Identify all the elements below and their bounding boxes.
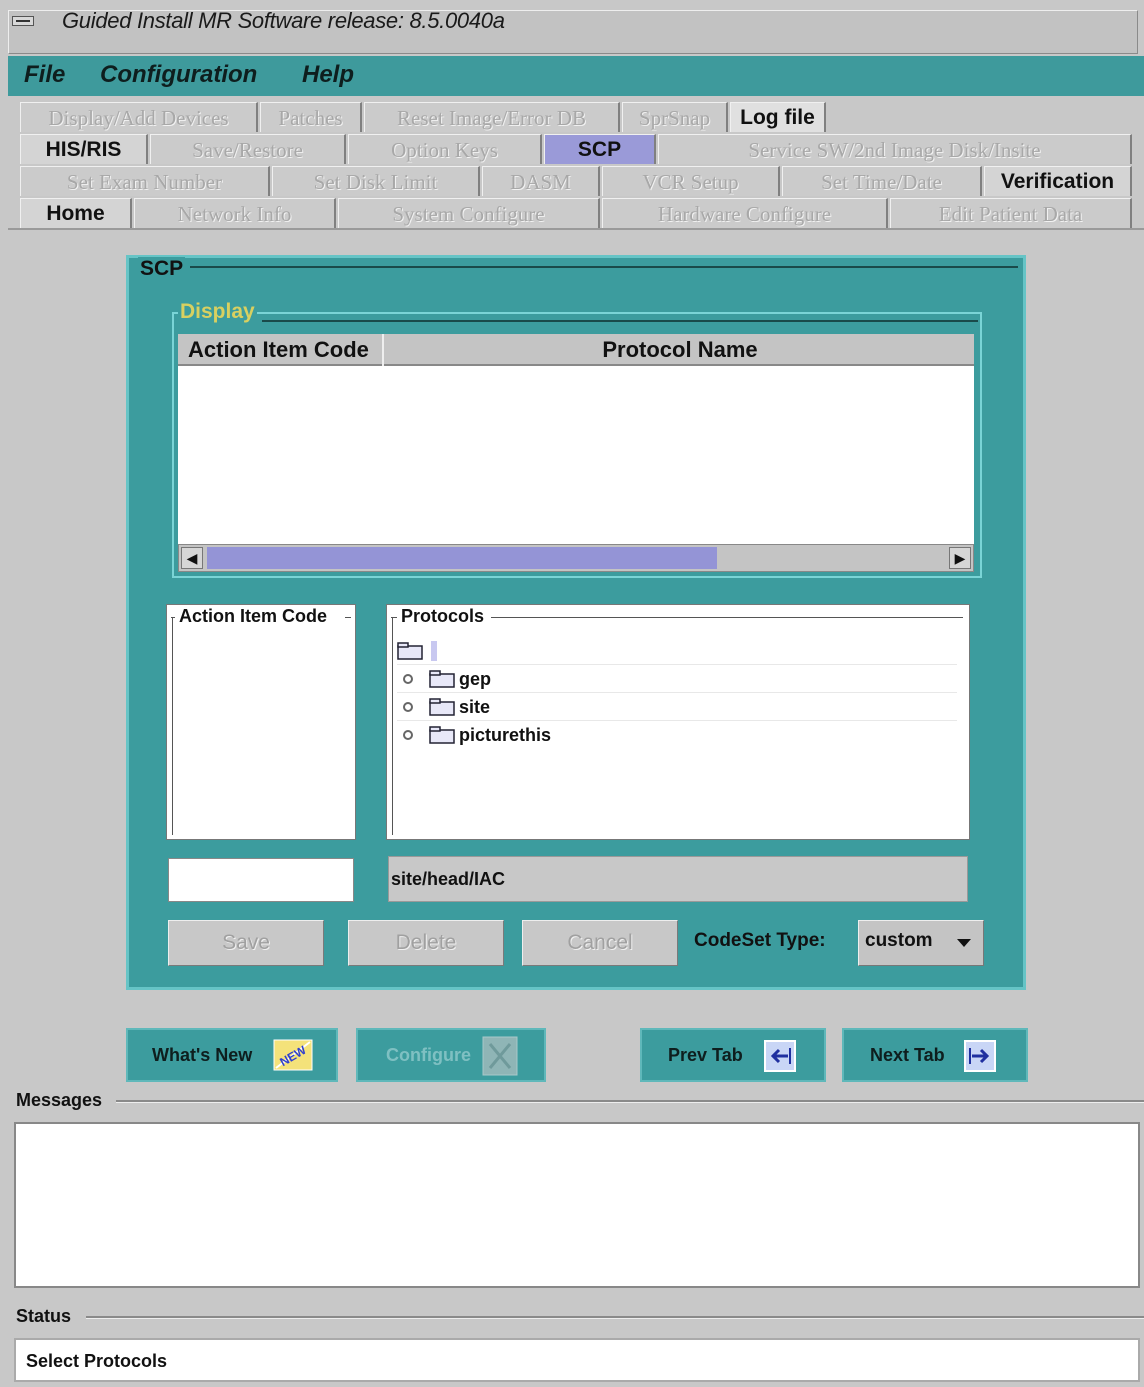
tab-save-restore[interactable]: Save/Restore bbox=[150, 134, 346, 164]
display-table-body[interactable] bbox=[178, 366, 974, 544]
tab-dasm[interactable]: DASM bbox=[482, 166, 600, 196]
tab-his-ris[interactable]: HIS/RIS bbox=[20, 134, 148, 164]
tab-divider bbox=[8, 228, 1144, 230]
tab-scp[interactable]: SCP bbox=[544, 134, 656, 164]
delete-button[interactable]: Delete bbox=[348, 920, 504, 966]
folder-icon bbox=[397, 642, 423, 660]
table-header: Action Item Code Protocol Name bbox=[178, 334, 974, 366]
codeset-type-select[interactable]: custom bbox=[858, 920, 984, 966]
menu-bar: File Configuration Help bbox=[8, 56, 1144, 96]
tree-item-label: picturethis bbox=[459, 725, 552, 745]
configure-label: Configure bbox=[386, 1045, 471, 1065]
scroll-left-icon[interactable]: ◀ bbox=[181, 547, 203, 569]
folder-icon bbox=[429, 726, 455, 744]
codeset-type-value: custom bbox=[865, 930, 933, 951]
action-item-code-list-label: Action Item Code bbox=[177, 606, 330, 627]
protocols-label: Protocols bbox=[399, 606, 487, 627]
tab-set-exam-number[interactable]: Set Exam Number bbox=[20, 166, 270, 196]
expand-icon[interactable] bbox=[403, 702, 413, 712]
tab-network-info[interactable]: Network Info bbox=[134, 198, 336, 228]
tree-item-label: site bbox=[459, 697, 491, 717]
status-label: Status bbox=[16, 1306, 72, 1326]
menu-configuration[interactable]: Configuration bbox=[100, 61, 257, 89]
folder-icon bbox=[429, 670, 455, 688]
prev-arrow-icon bbox=[764, 1040, 796, 1072]
expand-icon[interactable] bbox=[403, 730, 413, 740]
column-action-item-code[interactable]: Action Item Code bbox=[178, 334, 384, 366]
window-title: Guided Install MR Software release: 8.5.… bbox=[62, 8, 505, 33]
tab-patches[interactable]: Patches bbox=[260, 102, 362, 132]
tab-system-configure[interactable]: System Configure bbox=[338, 198, 600, 228]
cancel-button[interactable]: Cancel bbox=[522, 920, 678, 966]
prev-tab-button[interactable]: Prev Tab bbox=[640, 1028, 826, 1082]
next-tab-button[interactable]: Next Tab bbox=[842, 1028, 1028, 1082]
tab-verification[interactable]: Verification bbox=[984, 166, 1132, 196]
configure-button[interactable]: Configure bbox=[356, 1028, 546, 1082]
tree-root[interactable] bbox=[397, 637, 957, 665]
messages-separator bbox=[116, 1100, 1144, 1103]
column-protocol-name[interactable]: Protocol Name bbox=[386, 334, 974, 366]
display-group-line bbox=[262, 320, 978, 322]
tab-display-add-devices[interactable]: Display/Add Devices bbox=[20, 102, 258, 132]
codeset-type-label: CodeSet Type: bbox=[694, 930, 826, 951]
tab-log-file[interactable]: Log file bbox=[730, 102, 826, 132]
tab-set-time-date[interactable]: Set Time/Date bbox=[782, 166, 982, 196]
protocol-path-field[interactable]: site/head/IAC bbox=[388, 856, 968, 902]
tab-set-disk-limit[interactable]: Set Disk Limit bbox=[272, 166, 480, 196]
aic-line-vertical bbox=[172, 617, 173, 835]
horizontal-scrollbar[interactable]: ◀ ▶ bbox=[178, 544, 974, 572]
protocols-line-right bbox=[491, 617, 963, 618]
next-tab-label: Next Tab bbox=[870, 1045, 945, 1065]
tree-root-selection bbox=[431, 641, 437, 661]
new-badge-icon: NEW bbox=[273, 1039, 313, 1071]
display-label: Display bbox=[178, 300, 257, 324]
scrollbar-thumb[interactable] bbox=[207, 547, 717, 569]
scp-group-line bbox=[190, 266, 1018, 268]
scroll-right-icon[interactable]: ▶ bbox=[949, 547, 971, 569]
protocols-line-vertical bbox=[392, 617, 393, 835]
tree-item-label: gep bbox=[459, 669, 492, 689]
configure-icon bbox=[482, 1036, 518, 1076]
aic-line-right bbox=[345, 617, 351, 618]
expand-icon[interactable] bbox=[403, 674, 413, 684]
status-separator bbox=[86, 1316, 1144, 1319]
messages-label: Messages bbox=[16, 1090, 103, 1110]
next-arrow-icon bbox=[964, 1040, 996, 1072]
dropdown-arrow-icon bbox=[957, 939, 971, 947]
tree-item-picturethis[interactable]: picturethis bbox=[397, 721, 957, 749]
whats-new-button[interactable]: What's New NEW bbox=[126, 1028, 338, 1082]
protocols-tree[interactable]: Protocols gep site picturethis bbox=[386, 604, 970, 840]
action-item-code-field[interactable] bbox=[168, 858, 354, 902]
tab-edit-patient-data[interactable]: Edit Patient Data bbox=[890, 198, 1132, 228]
window-menu-icon[interactable] bbox=[12, 16, 34, 26]
tab-home[interactable]: Home bbox=[20, 198, 132, 228]
status-text: Select Protocols bbox=[14, 1338, 1140, 1382]
tab-area: Display/Add Devices Patches Reset Image/… bbox=[8, 98, 1144, 230]
tree-item-gep[interactable]: gep bbox=[397, 665, 957, 693]
menu-help[interactable]: Help bbox=[302, 61, 354, 89]
tree-item-site[interactable]: site bbox=[397, 693, 957, 721]
tab-option-keys[interactable]: Option Keys bbox=[348, 134, 542, 164]
tab-reset-image-error-db[interactable]: Reset Image/Error DB bbox=[364, 102, 620, 132]
action-item-code-list[interactable]: Action Item Code bbox=[166, 604, 356, 840]
whats-new-label: What's New bbox=[152, 1045, 253, 1065]
messages-area[interactable] bbox=[14, 1122, 1140, 1288]
prev-tab-label: Prev Tab bbox=[668, 1045, 743, 1065]
tab-vcr-setup[interactable]: VCR Setup bbox=[602, 166, 780, 196]
menu-file[interactable]: File bbox=[24, 61, 65, 89]
save-button[interactable]: Save bbox=[168, 920, 324, 966]
tab-sprsnap[interactable]: SprSnap bbox=[622, 102, 728, 132]
tab-hardware-configure[interactable]: Hardware Configure bbox=[602, 198, 888, 228]
folder-icon bbox=[429, 698, 455, 716]
scp-title: SCP bbox=[138, 257, 186, 281]
tab-service-sw[interactable]: Service SW/2nd Image Disk/Insite bbox=[658, 134, 1132, 164]
